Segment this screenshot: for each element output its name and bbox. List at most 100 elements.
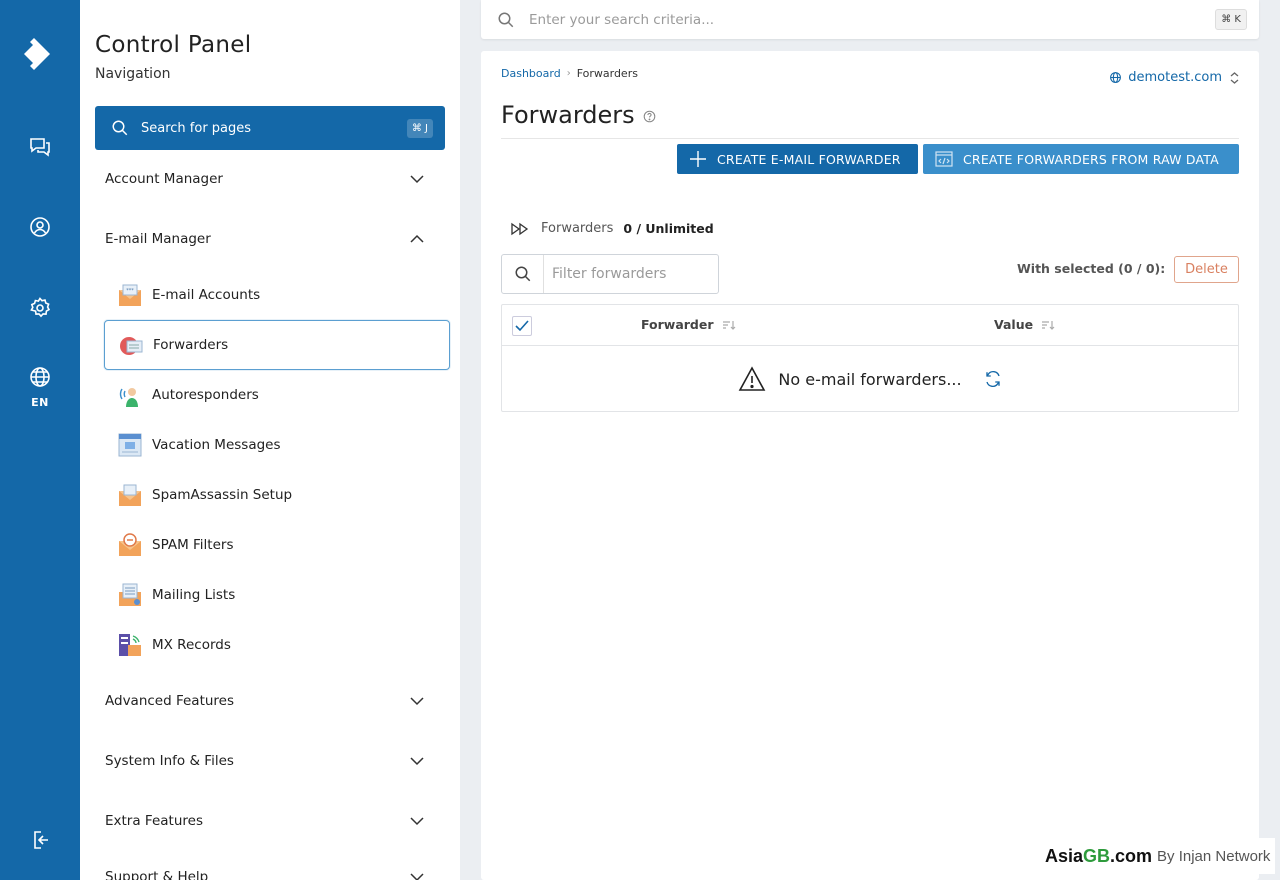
code-window-icon [935,151,953,167]
column-value[interactable]: Value [994,317,1055,332]
filter-box [501,254,719,294]
create-email-forwarder-button[interactable]: CREATE E-MAIL FORWARDER [677,144,918,174]
sidebar-subtitle: Navigation [95,66,171,82]
checkmark-icon [515,320,529,332]
chevron-down-icon [410,873,424,880]
mx-records-icon [119,634,141,656]
select-all-checkbox[interactable] [512,316,532,336]
global-search-shortcut: ⌘ K [1215,9,1247,30]
mailing-lists-icon [119,583,141,606]
sidebar-item-spam-filters[interactable]: SPAM Filters [104,520,450,570]
table-header: Forwarder Value [502,305,1238,346]
main-panel: Dashboard › Forwarders demotest.com Forw… [481,51,1259,880]
help-icon[interactable] [643,110,656,123]
sidebar-item-label: MX Records [152,637,231,653]
breadcrumb: Dashboard › Forwarders [501,67,638,80]
watermark-byline: By Injan Network [1157,847,1271,865]
column-forwarder[interactable]: Forwarder [641,317,736,332]
email-accounts-icon: *** [119,284,141,306]
forward-arrows-icon [511,222,529,235]
section-advanced-features[interactable]: Advanced Features [95,681,435,721]
autoresponders-icon [119,388,138,407]
globe-icon[interactable] [20,357,60,397]
sort-icon [722,320,735,330]
chat-bubbles-icon[interactable] [20,126,60,166]
warning-icon [739,366,766,391]
app-logo-icon[interactable] [20,34,60,74]
user-circle-icon[interactable] [20,207,60,247]
breadcrumb-current: Forwarders [576,67,638,80]
create-email-forwarder-label: CREATE E-MAIL FORWARDER [717,151,901,167]
search-icon [112,120,128,136]
domain-selector[interactable]: demotest.com [1109,70,1239,85]
empty-state: No e-mail forwarders... [502,346,1238,412]
empty-state-message: No e-mail forwarders... [778,369,962,389]
domain-selector-value: demotest.com [1128,70,1222,85]
page-title: Forwarders [501,101,656,129]
sidebar-item-label: Forwarders [153,337,229,353]
forwarders-count: Forwarders 0 / Unlimited [511,221,714,236]
sidebar-item-label: Vacation Messages [152,437,281,453]
delete-button[interactable]: Delete [1174,256,1239,283]
watermark: AsiaGB.com By Injan Network [1035,838,1275,874]
watermark-brand-prefix: Asia [1045,845,1084,866]
language-label[interactable]: EN [0,396,80,409]
create-forwarders-raw-label: CREATE FORWARDERS FROM RAW DATA [963,151,1219,167]
sidebar-item-spamassassin-setup[interactable]: SpamAssassin Setup [104,470,450,520]
filter-forwarders-input[interactable] [552,266,712,282]
search-icon [502,255,544,293]
vacation-messages-icon [118,433,142,457]
page-title-text: Forwarders [501,101,635,129]
sidebar-item-label: Mailing Lists [152,587,236,603]
refresh-icon[interactable] [984,370,1002,388]
gear-icon[interactable] [20,288,60,328]
column-label: Value [994,317,1034,332]
breadcrumb-separator-icon: › [566,68,571,79]
chevron-down-icon [410,757,424,766]
column-label: Forwarder [641,317,714,332]
section-email-manager[interactable]: E-mail Manager [95,219,435,259]
section-label: Extra Features [105,813,203,829]
forwarders-count-value: 0 / Unlimited [623,221,714,236]
sidebar-item-label: E-mail Accounts [152,287,261,303]
updown-chevron-icon [1230,71,1239,84]
spamassassin-icon [119,484,141,506]
section-extra-features[interactable]: Extra Features [95,801,435,841]
section-system-info-files[interactable]: System Info & Files [95,741,435,781]
plus-icon [689,150,707,168]
svg-text:***: *** [126,288,134,294]
watermark-brand: AsiaGB.com [1045,846,1152,867]
section-label: Advanced Features [105,693,235,709]
page-search-button[interactable]: Search for pages ⌘ J [95,106,445,150]
section-label: Account Manager [105,171,223,187]
forwarders-count-label: Forwarders [541,221,614,236]
spam-filters-icon [119,533,141,556]
icon-rail: EN [0,0,80,880]
logout-icon[interactable] [20,820,60,860]
sidebar-title: Control Panel [95,32,252,58]
section-account-manager[interactable]: Account Manager [95,159,435,199]
global-search-bar: ⌘ K [481,0,1259,39]
sidebar-item-mx-records[interactable]: MX Records [104,620,450,670]
sidebar-item-label: SPAM Filters [152,537,234,553]
section-label: System Info & Files [105,753,234,769]
sidebar-item-vacation-messages[interactable]: Vacation Messages [104,420,450,470]
sidebar-item-autoresponders[interactable]: Autoresponders [104,370,450,420]
forwarders-table: Forwarder Value No e-mail forwarders... [501,304,1239,412]
sidebar-item-label: SpamAssassin Setup [152,487,293,503]
chevron-down-icon [410,175,424,184]
chevron-down-icon [410,697,424,706]
section-label: Support & Help [105,869,209,880]
watermark-brand-suffix: .com [1110,845,1153,866]
create-forwarders-raw-button[interactable]: CREATE FORWARDERS FROM RAW DATA [923,144,1239,174]
sidebar-item-label: Autoresponders [152,387,259,403]
sidebar: Control Panel Navigation Search for page… [80,0,460,880]
section-label: E-mail Manager [105,231,211,247]
search-icon [498,12,514,27]
global-search-input[interactable] [529,11,1216,28]
sidebar-item-email-accounts[interactable]: *** E-mail Accounts [104,270,450,320]
sidebar-item-mailing-lists[interactable]: Mailing Lists [104,570,450,620]
sidebar-item-forwarders[interactable]: Forwarders [104,320,450,370]
breadcrumb-dashboard-link[interactable]: Dashboard [501,67,561,80]
section-support-help[interactable]: Support & Help [95,857,435,880]
